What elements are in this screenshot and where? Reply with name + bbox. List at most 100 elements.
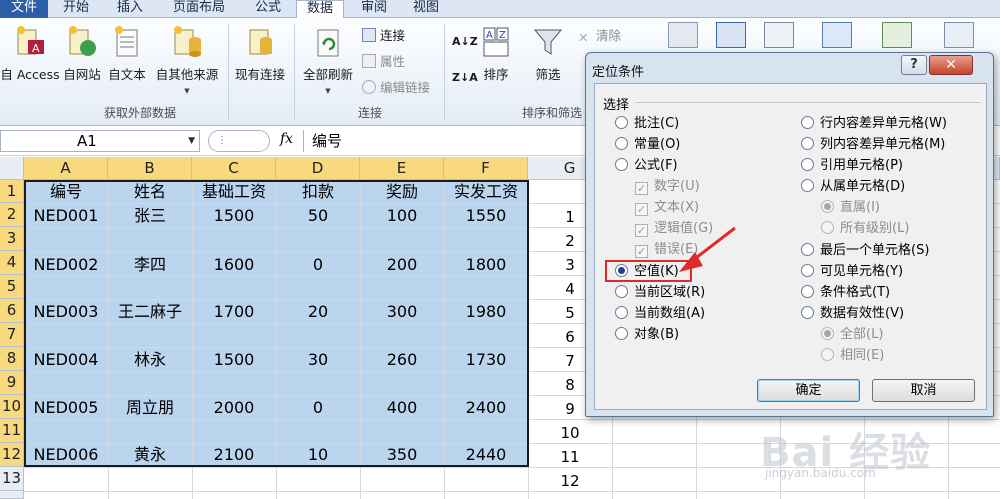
cell-b2[interactable]: 张三	[108, 204, 192, 227]
row-header-11[interactable]: 11	[0, 419, 24, 443]
cell-c2[interactable]: 1500	[192, 204, 276, 227]
from-text-button[interactable]: 自文本	[104, 22, 150, 100]
help-button[interactable]: ?	[901, 55, 927, 75]
option-current-region[interactable]: 当前区域(R)	[615, 285, 705, 301]
row-header-5[interactable]: 5	[0, 275, 24, 299]
cell-g12[interactable]: 11	[540, 448, 600, 466]
option-last-cell[interactable]: 最后一个单元格(S)	[801, 243, 929, 259]
column-header-c[interactable]: C	[192, 157, 276, 180]
cell-e6[interactable]: 300	[360, 300, 444, 323]
option-current-array[interactable]: 当前数组(A)	[615, 306, 705, 322]
cancel-button[interactable]: 取消	[872, 379, 975, 402]
cell-c1[interactable]: 基础工资	[192, 180, 276, 203]
option-dependents[interactable]: 从属单元格(D)	[801, 179, 905, 195]
row-header-4[interactable]: 4	[0, 251, 24, 275]
cell-b12[interactable]: 黄永	[108, 443, 192, 466]
option-column-differences[interactable]: 列内容差异单元格(M)	[801, 137, 945, 153]
option-visible-cells[interactable]: 可见单元格(Y)	[801, 264, 903, 280]
cell-a10[interactable]: NED005	[24, 396, 108, 419]
cell-a8[interactable]: NED004	[24, 348, 108, 371]
option-objects[interactable]: 对象(B)	[615, 327, 679, 343]
row-header-13[interactable]: 13	[0, 467, 24, 491]
cell-e12[interactable]: 350	[360, 443, 444, 466]
cell-c10[interactable]: 2000	[192, 396, 276, 419]
tab-formulas[interactable]: 公式	[244, 0, 292, 18]
row-header-12[interactable]: 12	[0, 443, 24, 467]
tab-review[interactable]: 审阅	[350, 0, 398, 18]
group-icon[interactable]	[944, 22, 974, 48]
cell-f8[interactable]: 1730	[444, 348, 528, 371]
insert-function-icon[interactable]: fx	[280, 131, 293, 147]
cell-e8[interactable]: 260	[360, 348, 444, 371]
ok-button[interactable]: 确定	[757, 379, 860, 402]
from-web-button[interactable]: 自网站	[60, 22, 104, 100]
row-header-2[interactable]: 2	[0, 203, 24, 227]
row-header-1[interactable]: 1	[0, 180, 24, 203]
name-box[interactable]: A1 ▼	[0, 130, 200, 152]
column-header-f[interactable]: F	[444, 157, 528, 180]
cell-b1[interactable]: 姓名	[108, 180, 192, 203]
cell-f12[interactable]: 2440	[444, 443, 528, 466]
cell-g11[interactable]: 10	[540, 424, 600, 442]
tab-home[interactable]: 开始	[52, 0, 100, 18]
cell-a4[interactable]: NED002	[24, 253, 108, 276]
cell-d10[interactable]: 0	[276, 396, 360, 419]
cell-f6[interactable]: 1980	[444, 300, 528, 323]
option-formulas[interactable]: 公式(F)	[615, 158, 678, 174]
text-to-columns-icon[interactable]	[668, 22, 698, 48]
cell-a12[interactable]: NED006	[24, 443, 108, 466]
cell-c6[interactable]: 1700	[192, 300, 276, 323]
column-header-a[interactable]: A	[24, 157, 108, 180]
sort-button[interactable]: AZ 排序	[476, 22, 516, 100]
select-all-corner[interactable]	[0, 157, 24, 180]
column-header-e[interactable]: E	[360, 157, 444, 180]
option-row-differences[interactable]: 行内容差异单元格(W)	[801, 116, 947, 132]
sort-descending-icon[interactable]: Z↓A	[452, 68, 478, 88]
option-data-validation[interactable]: 数据有效性(V)	[801, 306, 904, 322]
cell-a6[interactable]: NED003	[24, 300, 108, 323]
existing-connections-button[interactable]: 现有连接	[230, 22, 290, 100]
row-header-7[interactable]: 7	[0, 323, 24, 347]
cell-b6[interactable]: 王二麻子	[108, 300, 192, 323]
cell-f2[interactable]: 1550	[444, 204, 528, 227]
cell-b8[interactable]: 林永	[108, 348, 192, 371]
from-access-button[interactable]: A 自 Access	[0, 22, 60, 100]
cell-c8[interactable]: 1500	[192, 348, 276, 371]
tab-view[interactable]: 视图	[402, 0, 450, 18]
cell-f1[interactable]: 实发工资	[444, 180, 528, 203]
cell-c4[interactable]: 1600	[192, 253, 276, 276]
tab-page-layout[interactable]: 页面布局	[164, 0, 234, 18]
cell-d4[interactable]: 0	[276, 253, 360, 276]
column-header-b[interactable]: B	[108, 157, 192, 180]
cell-c12[interactable]: 2100	[192, 443, 276, 466]
consolidate-icon[interactable]	[822, 22, 852, 48]
row-header-6[interactable]: 6	[0, 299, 24, 323]
connections-button[interactable]: 连接	[362, 26, 405, 46]
cell-d6[interactable]: 20	[276, 300, 360, 323]
cell-d2[interactable]: 50	[276, 204, 360, 227]
chevron-down-icon[interactable]: ▼	[188, 131, 195, 151]
sort-ascending-icon[interactable]: A↓Z	[452, 32, 478, 52]
cell-e10[interactable]: 400	[360, 396, 444, 419]
tab-file[interactable]: 文件	[0, 0, 48, 18]
from-other-sources-button[interactable]: 自其他来源 ▼	[150, 22, 224, 100]
close-icon[interactable]: ✕	[929, 55, 973, 75]
row-header-10[interactable]: 10	[0, 395, 24, 419]
option-comments[interactable]: 批注(C)	[615, 116, 679, 132]
row-header-9[interactable]: 9	[0, 371, 24, 395]
cell-d8[interactable]: 30	[276, 348, 360, 371]
cell-b10[interactable]: 周立朋	[108, 396, 192, 419]
tab-insert[interactable]: 插入	[106, 0, 154, 18]
row-header-3[interactable]: 3	[0, 227, 24, 251]
cell-b4[interactable]: 李四	[108, 253, 192, 276]
cell-d12[interactable]: 10	[276, 443, 360, 466]
refresh-all-button[interactable]: 全部刷新 ▼	[298, 22, 358, 100]
data-validation-icon[interactable]	[764, 22, 794, 48]
cell-g13[interactable]: 12	[540, 472, 600, 490]
what-if-icon[interactable]	[882, 22, 912, 48]
cell-f10[interactable]: 2400	[444, 396, 528, 419]
cell-f4[interactable]: 1800	[444, 253, 528, 276]
filter-button[interactable]: 筛选	[526, 22, 570, 100]
option-conditional-formats[interactable]: 条件格式(T)	[801, 285, 890, 301]
cell-e2[interactable]: 100	[360, 204, 444, 227]
